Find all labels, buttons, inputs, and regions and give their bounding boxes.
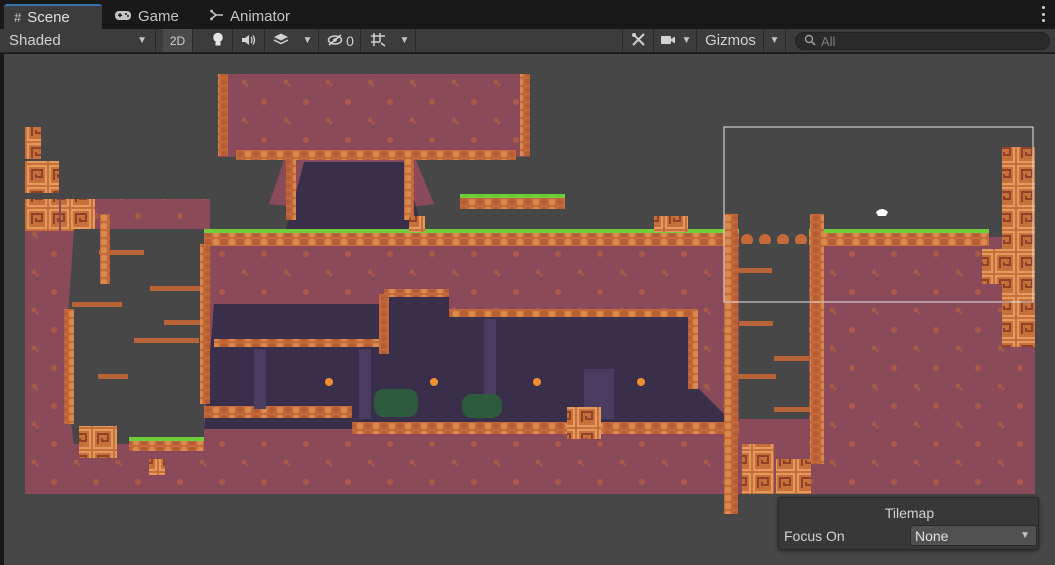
hidden-count: 0 [346, 32, 354, 49]
underground-cave [200, 289, 739, 439]
chevron-down-icon: ▼ [1020, 530, 1030, 541]
lightbulb-icon [212, 32, 224, 50]
tilemap-level [25, 74, 1035, 514]
tools-icon [631, 32, 646, 50]
gizmos-label: Gizmos [705, 32, 756, 49]
toggle-2d-button[interactable]: 2D [163, 29, 193, 52]
tab-label: Animator [230, 8, 291, 25]
search-icon [804, 33, 816, 49]
effects-dropdown[interactable]: ▼ [297, 29, 319, 52]
tab-bar: # Scene Game Animator [0, 0, 1055, 29]
tab-game[interactable]: Game [104, 4, 196, 29]
gizmos-button[interactable]: Gizmos [698, 29, 764, 52]
chevron-down-icon: ▼ [302, 35, 313, 46]
focus-on-label: Focus On [784, 528, 845, 544]
grid-snap-toggle[interactable] [362, 29, 394, 52]
search-input[interactable]: All [795, 32, 1050, 50]
grid-icon: # [14, 10, 22, 25]
focus-on-dropdown[interactable]: None ▼ [910, 525, 1037, 546]
draw-mode-label: Shaded [9, 32, 61, 49]
eye-slash-icon [327, 33, 343, 49]
chevron-down-icon: ▼ [137, 35, 147, 46]
chevron-down-icon: ▼ [681, 35, 692, 46]
camera-icon [660, 33, 676, 49]
tab-scene[interactable]: # Scene [4, 4, 102, 29]
layers-icon [273, 32, 289, 49]
gizmos-dropdown[interactable]: ▼ [764, 29, 786, 52]
tools-toggle[interactable] [622, 29, 654, 52]
scene-viewport[interactable] [4, 54, 1055, 565]
chevron-down-icon: ▼ [769, 35, 780, 46]
grid-snap-icon [370, 32, 386, 50]
overlay-title: Tilemap [884, 505, 935, 521]
tab-animator[interactable]: Animator [200, 4, 304, 29]
toggle-2d-label: 2D [169, 33, 186, 48]
tab-label: Scene [27, 9, 70, 26]
focus-on-value: None [915, 527, 949, 544]
lighting-toggle[interactable] [203, 29, 233, 52]
audio-toggle[interactable] [233, 29, 265, 52]
grid-snap-dropdown[interactable]: ▼ [394, 29, 416, 52]
chevron-down-icon: ▼ [399, 35, 410, 46]
gamepad-icon [114, 9, 132, 24]
effects-toggle[interactable] [265, 29, 297, 52]
draw-mode-dropdown[interactable]: Shaded ▼ [0, 29, 156, 52]
tilemap-overlay-panel: Tilemap Focus On None ▼ [778, 497, 1039, 550]
hidden-objects-toggle[interactable]: 0 [321, 29, 361, 52]
scene-toolbar: Shaded ▼ 2D ▼ 0 ▼ ▼ Gizmos ▼ All [0, 29, 1055, 53]
camera-dropdown[interactable]: ▼ [655, 29, 697, 52]
tab-label: Game [138, 8, 179, 25]
speaker-icon [241, 33, 257, 49]
more-options-icon[interactable] [1040, 6, 1046, 22]
search-placeholder: All [821, 33, 836, 49]
animator-icon [210, 9, 224, 24]
